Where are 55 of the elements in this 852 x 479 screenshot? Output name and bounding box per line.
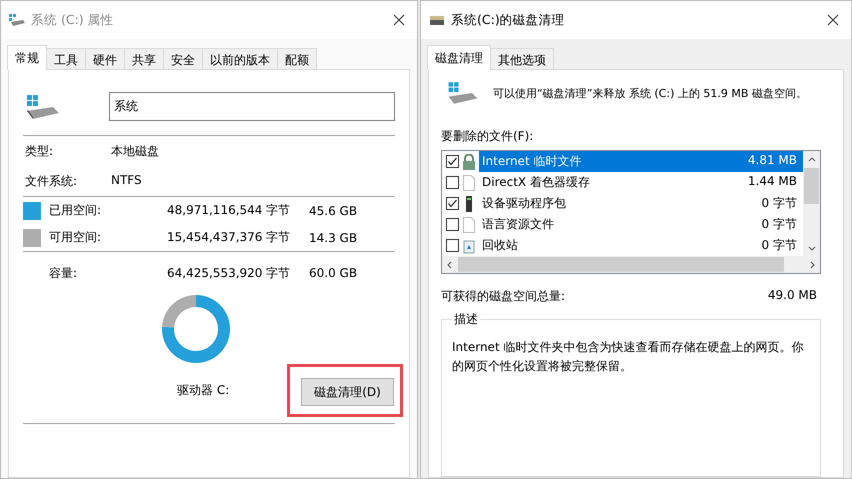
recycle-bin-icon — [462, 238, 476, 254]
tab[interactable]: 以前的版本 — [202, 48, 278, 70]
size-value: 14.3 GB — [309, 230, 358, 244]
drive-icon — [9, 14, 25, 26]
size-value: 45.6 GB — [309, 204, 358, 218]
total-value: 49.0 MB — [768, 288, 817, 304]
space-label: 已用空间: — [49, 202, 102, 219]
space-label: 可用空间: — [49, 229, 102, 246]
files-label: 要删除的文件(F): — [441, 128, 534, 145]
tab[interactable]: 配额 — [277, 48, 317, 70]
disk-cleanup-button[interactable]: 磁盘清理(D) — [301, 378, 394, 406]
description-text: Internet 临时文件夹中包含为快速查看而存储在硬盘上的网页。你的网页个性化设置将被完整保留。 — [452, 339, 804, 375]
name-field[interactable]: 系统 — [108, 92, 395, 121]
scroll-down-icon[interactable] — [808, 244, 816, 252]
capacity-label: 容量: — [49, 264, 78, 282]
property-value: 本地磁盘 — [111, 143, 159, 160]
tab[interactable]: 磁盘清理 — [427, 45, 491, 70]
checkbox[interactable] — [446, 197, 459, 210]
horizontal-scrollbar[interactable] — [442, 256, 820, 273]
window-title: 系统(C:)的磁盘清理 — [451, 12, 566, 28]
drive-icon — [429, 14, 445, 26]
checkbox[interactable] — [446, 218, 459, 231]
byte-count: 48,971,116,544 字节 — [167, 202, 292, 219]
byte-count: 64,425,553,920 字节 — [167, 264, 292, 282]
byte-count: 15,454,437,376 字节 — [167, 229, 292, 246]
checkbox[interactable] — [446, 239, 459, 252]
file-item[interactable]: 语言资源文件 0 字节 — [479, 214, 803, 235]
scroll-right-icon[interactable] — [808, 260, 816, 268]
checkbox[interactable] — [446, 155, 459, 168]
tab[interactable]: 常规 — [7, 45, 47, 70]
file-item[interactable]: 设备驱动程序包 0 字节 — [479, 193, 803, 214]
tab[interactable]: 共享 — [124, 48, 164, 70]
property-value: NTFS — [111, 173, 142, 189]
description-legend: 描述 — [452, 311, 480, 328]
file-item[interactable]: Internet 临时文件 4.81 MB — [479, 151, 803, 172]
tab[interactable]: 工具 — [46, 48, 86, 70]
window-title: 系统 (C:) 属性 — [31, 12, 115, 28]
checkbox[interactable] — [446, 176, 459, 189]
tab[interactable]: 硬件 — [85, 48, 125, 70]
tab[interactable]: 安全 — [163, 48, 203, 70]
scroll-up-icon[interactable] — [808, 156, 816, 164]
size-value: 60.0 GB — [309, 266, 358, 280]
property-label: 类型: — [25, 143, 54, 160]
total-label: 可获得的磁盘空间总量: — [441, 288, 566, 305]
lock-icon — [462, 154, 476, 170]
vertical-scrollbar[interactable] — [803, 151, 820, 256]
summary-text: 可以使用“磁盘清理”来释放 系统 (C:) 上的 51.9 MB 磁盘空间。 — [493, 86, 807, 100]
document-icon — [462, 174, 476, 190]
tab[interactable]: 其他选项 — [490, 48, 554, 70]
file-item[interactable]: 回收站 0 字节 — [479, 235, 803, 256]
document-icon — [462, 216, 476, 232]
scroll-left-icon[interactable] — [446, 260, 454, 268]
drive-label: 驱动器 C: — [176, 382, 230, 399]
property-label: 文件系统: — [25, 173, 78, 190]
file-item[interactable]: DirectX 着色器缓存 1.44 MB — [479, 172, 803, 193]
